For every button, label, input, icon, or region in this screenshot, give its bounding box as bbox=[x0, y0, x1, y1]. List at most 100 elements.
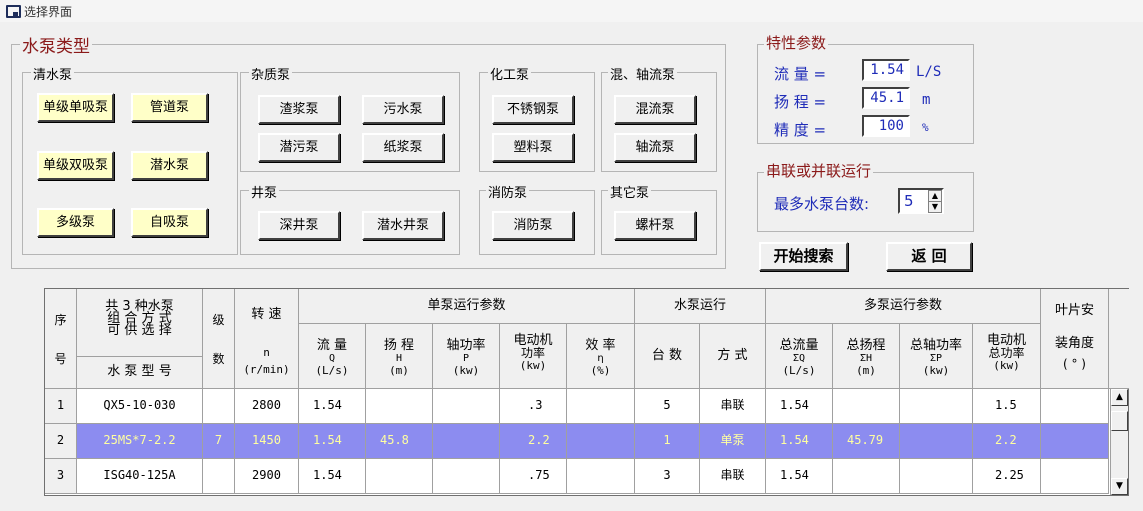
cell-blade[interactable] bbox=[1041, 389, 1109, 424]
scroll-up-icon[interactable]: ▲ bbox=[1111, 389, 1128, 406]
cell-model[interactable]: ISG40-125A bbox=[77, 459, 203, 494]
flow-unit: L/S bbox=[916, 64, 942, 80]
self-priming-pump-button[interactable]: 自吸泵 bbox=[131, 208, 208, 237]
back-button[interactable]: 返 回 bbox=[886, 242, 972, 271]
cell-seq[interactable]: 3 bbox=[45, 459, 77, 494]
screw-pump-button[interactable]: 螺杆泵 bbox=[614, 211, 696, 240]
tflow-h-1: 总流量 bbox=[779, 338, 819, 353]
pulp-pump-button[interactable]: 纸浆泵 bbox=[362, 133, 444, 162]
cell-stages[interactable]: 7 bbox=[203, 424, 235, 459]
cell-blade[interactable] bbox=[1041, 424, 1109, 459]
impurity-pump-group: 杂质泵 渣浆泵 污水泵 潜污泵 纸浆泵 bbox=[240, 64, 460, 172]
head-h-3: (m) bbox=[389, 364, 409, 377]
mixed-flow-pump-button[interactable]: 混流泵 bbox=[614, 95, 696, 124]
cell-tmotor[interactable]: 2.25 bbox=[973, 459, 1041, 494]
cell-speed[interactable]: 2900 bbox=[235, 459, 299, 494]
speed-line-3: (r/min) bbox=[243, 363, 290, 376]
thead-h-3: (m) bbox=[856, 364, 876, 377]
cell-shaft[interactable] bbox=[433, 389, 500, 424]
pipeline-pump-button[interactable]: 管道泵 bbox=[131, 93, 208, 122]
cell-speed[interactable]: 1450 bbox=[235, 424, 299, 459]
col-eff-header: 效 率 η (%) bbox=[567, 324, 635, 389]
blade-line-2: 装角度 bbox=[1054, 336, 1094, 351]
cell-tshaft[interactable] bbox=[900, 389, 973, 424]
cell-eff[interactable] bbox=[567, 389, 635, 424]
cell-model[interactable]: QX5-10-030 bbox=[77, 389, 203, 424]
cell-flow[interactable]: 1.54 bbox=[299, 459, 366, 494]
cell-flow[interactable]: 1.54 bbox=[299, 389, 366, 424]
scroll-thumb[interactable] bbox=[1111, 411, 1128, 431]
cell-tflow[interactable]: 1.54 bbox=[766, 459, 833, 494]
cell-tflow[interactable]: 1.54 bbox=[766, 389, 833, 424]
cell-head[interactable] bbox=[366, 459, 433, 494]
scroll-down-icon[interactable]: ▼ bbox=[1111, 478, 1128, 495]
submersible-pump-button[interactable]: 潜水泵 bbox=[131, 151, 208, 180]
spin-down-icon[interactable]: ▼ bbox=[928, 201, 942, 213]
tshaft-h-1: 总轴功率 bbox=[909, 338, 962, 353]
flow-input[interactable]: 1.54 bbox=[862, 59, 910, 81]
cell-eff[interactable] bbox=[567, 424, 635, 459]
col-stages-header-1: 级 bbox=[212, 313, 225, 327]
cell-thead[interactable] bbox=[833, 459, 900, 494]
cell-mode[interactable]: 串联 bbox=[700, 389, 766, 424]
flow-label: 流 量 = bbox=[774, 65, 827, 83]
tflow-h-3: (L/s) bbox=[782, 364, 816, 377]
axial-flow-pump-button[interactable]: 轴流泵 bbox=[614, 133, 696, 162]
multistage-pump-button[interactable]: 多级泵 bbox=[37, 208, 114, 237]
slurry-pump-button[interactable]: 渣浆泵 bbox=[258, 95, 340, 124]
cell-count[interactable]: 5 bbox=[635, 389, 700, 424]
cell-shaft[interactable] bbox=[433, 459, 500, 494]
table-vertical-scrollbar[interactable]: ▲ ▼ bbox=[1110, 389, 1128, 495]
col-combo-header: 共 3 种水泵 组 合 方 式 可 供 选 择 bbox=[77, 289, 203, 357]
cell-thead[interactable]: 45.79 bbox=[833, 424, 900, 459]
sewage-pump-button[interactable]: 污水泵 bbox=[362, 95, 444, 124]
cell-stages[interactable] bbox=[203, 389, 235, 424]
cell-motor[interactable]: .3 bbox=[500, 389, 567, 424]
cell-tshaft[interactable] bbox=[900, 459, 973, 494]
single-stage-single-suction-button[interactable]: 单级单吸泵 bbox=[37, 93, 114, 122]
cell-tmotor[interactable]: 1.5 bbox=[973, 389, 1041, 424]
cell-mode[interactable]: 单泵 bbox=[700, 424, 766, 459]
cell-flow[interactable]: 1.54 bbox=[299, 424, 366, 459]
cell-speed[interactable]: 2800 bbox=[235, 389, 299, 424]
flow-h-3: (L/s) bbox=[315, 364, 349, 377]
cell-tshaft[interactable] bbox=[900, 424, 973, 459]
head-input[interactable]: 45.1 bbox=[862, 87, 910, 109]
precision-input[interactable]: 100 bbox=[862, 115, 910, 137]
cell-eff[interactable] bbox=[567, 459, 635, 494]
tshaft-h-2: ΣP bbox=[929, 353, 943, 364]
cell-seq[interactable]: 2 bbox=[45, 424, 77, 459]
submersible-sewage-pump-button[interactable]: 潜污泵 bbox=[258, 133, 340, 162]
head-unit: m bbox=[922, 92, 931, 108]
fire-pump-button[interactable]: 消防泵 bbox=[492, 211, 574, 240]
col-motor-header: 电动机 功率 (kw) bbox=[500, 324, 567, 389]
cell-motor[interactable]: .75 bbox=[500, 459, 567, 494]
deep-well-pump-button[interactable]: 深井泵 bbox=[258, 211, 340, 240]
cell-stages[interactable] bbox=[203, 459, 235, 494]
stainless-steel-pump-button[interactable]: 不锈钢泵 bbox=[492, 95, 574, 124]
cell-tmotor[interactable]: 2.2 bbox=[973, 424, 1041, 459]
cell-blade[interactable] bbox=[1041, 459, 1109, 494]
cell-thead[interactable] bbox=[833, 389, 900, 424]
cell-tflow[interactable]: 1.54 bbox=[766, 424, 833, 459]
single-stage-double-suction-button[interactable]: 单级双吸泵 bbox=[37, 151, 114, 180]
cell-mode[interactable]: 串联 bbox=[700, 459, 766, 494]
col-tflow-header: 总流量 ΣQ (L/s) bbox=[766, 324, 833, 389]
cell-count[interactable]: 3 bbox=[635, 459, 700, 494]
eff-h-3: (%) bbox=[590, 364, 611, 377]
submersible-well-pump-button[interactable]: 潜水井泵 bbox=[362, 211, 444, 240]
max-pump-value: 5 bbox=[904, 192, 914, 210]
max-pump-spinner[interactable]: 5 ▲ ▼ bbox=[898, 188, 944, 214]
results-table[interactable]: 序 号 共 3 种水泵 组 合 方 式 可 供 选 择 水 泵 型 号 级 数 … bbox=[44, 288, 1129, 496]
cell-count[interactable]: 1 bbox=[635, 424, 700, 459]
tshaft-h-3: (kw) bbox=[922, 364, 950, 377]
cell-shaft[interactable] bbox=[433, 424, 500, 459]
start-search-button[interactable]: 开始搜索 bbox=[759, 242, 848, 271]
cell-head[interactable] bbox=[366, 389, 433, 424]
plastic-pump-button[interactable]: 塑料泵 bbox=[492, 133, 574, 162]
cell-seq[interactable]: 1 bbox=[45, 389, 77, 424]
cell-head[interactable]: 45.8 bbox=[366, 424, 433, 459]
precision-unit: % bbox=[922, 121, 929, 134]
cell-model[interactable]: 25MS*7-2.2 bbox=[77, 424, 203, 459]
cell-motor[interactable]: 2.2 bbox=[500, 424, 567, 459]
